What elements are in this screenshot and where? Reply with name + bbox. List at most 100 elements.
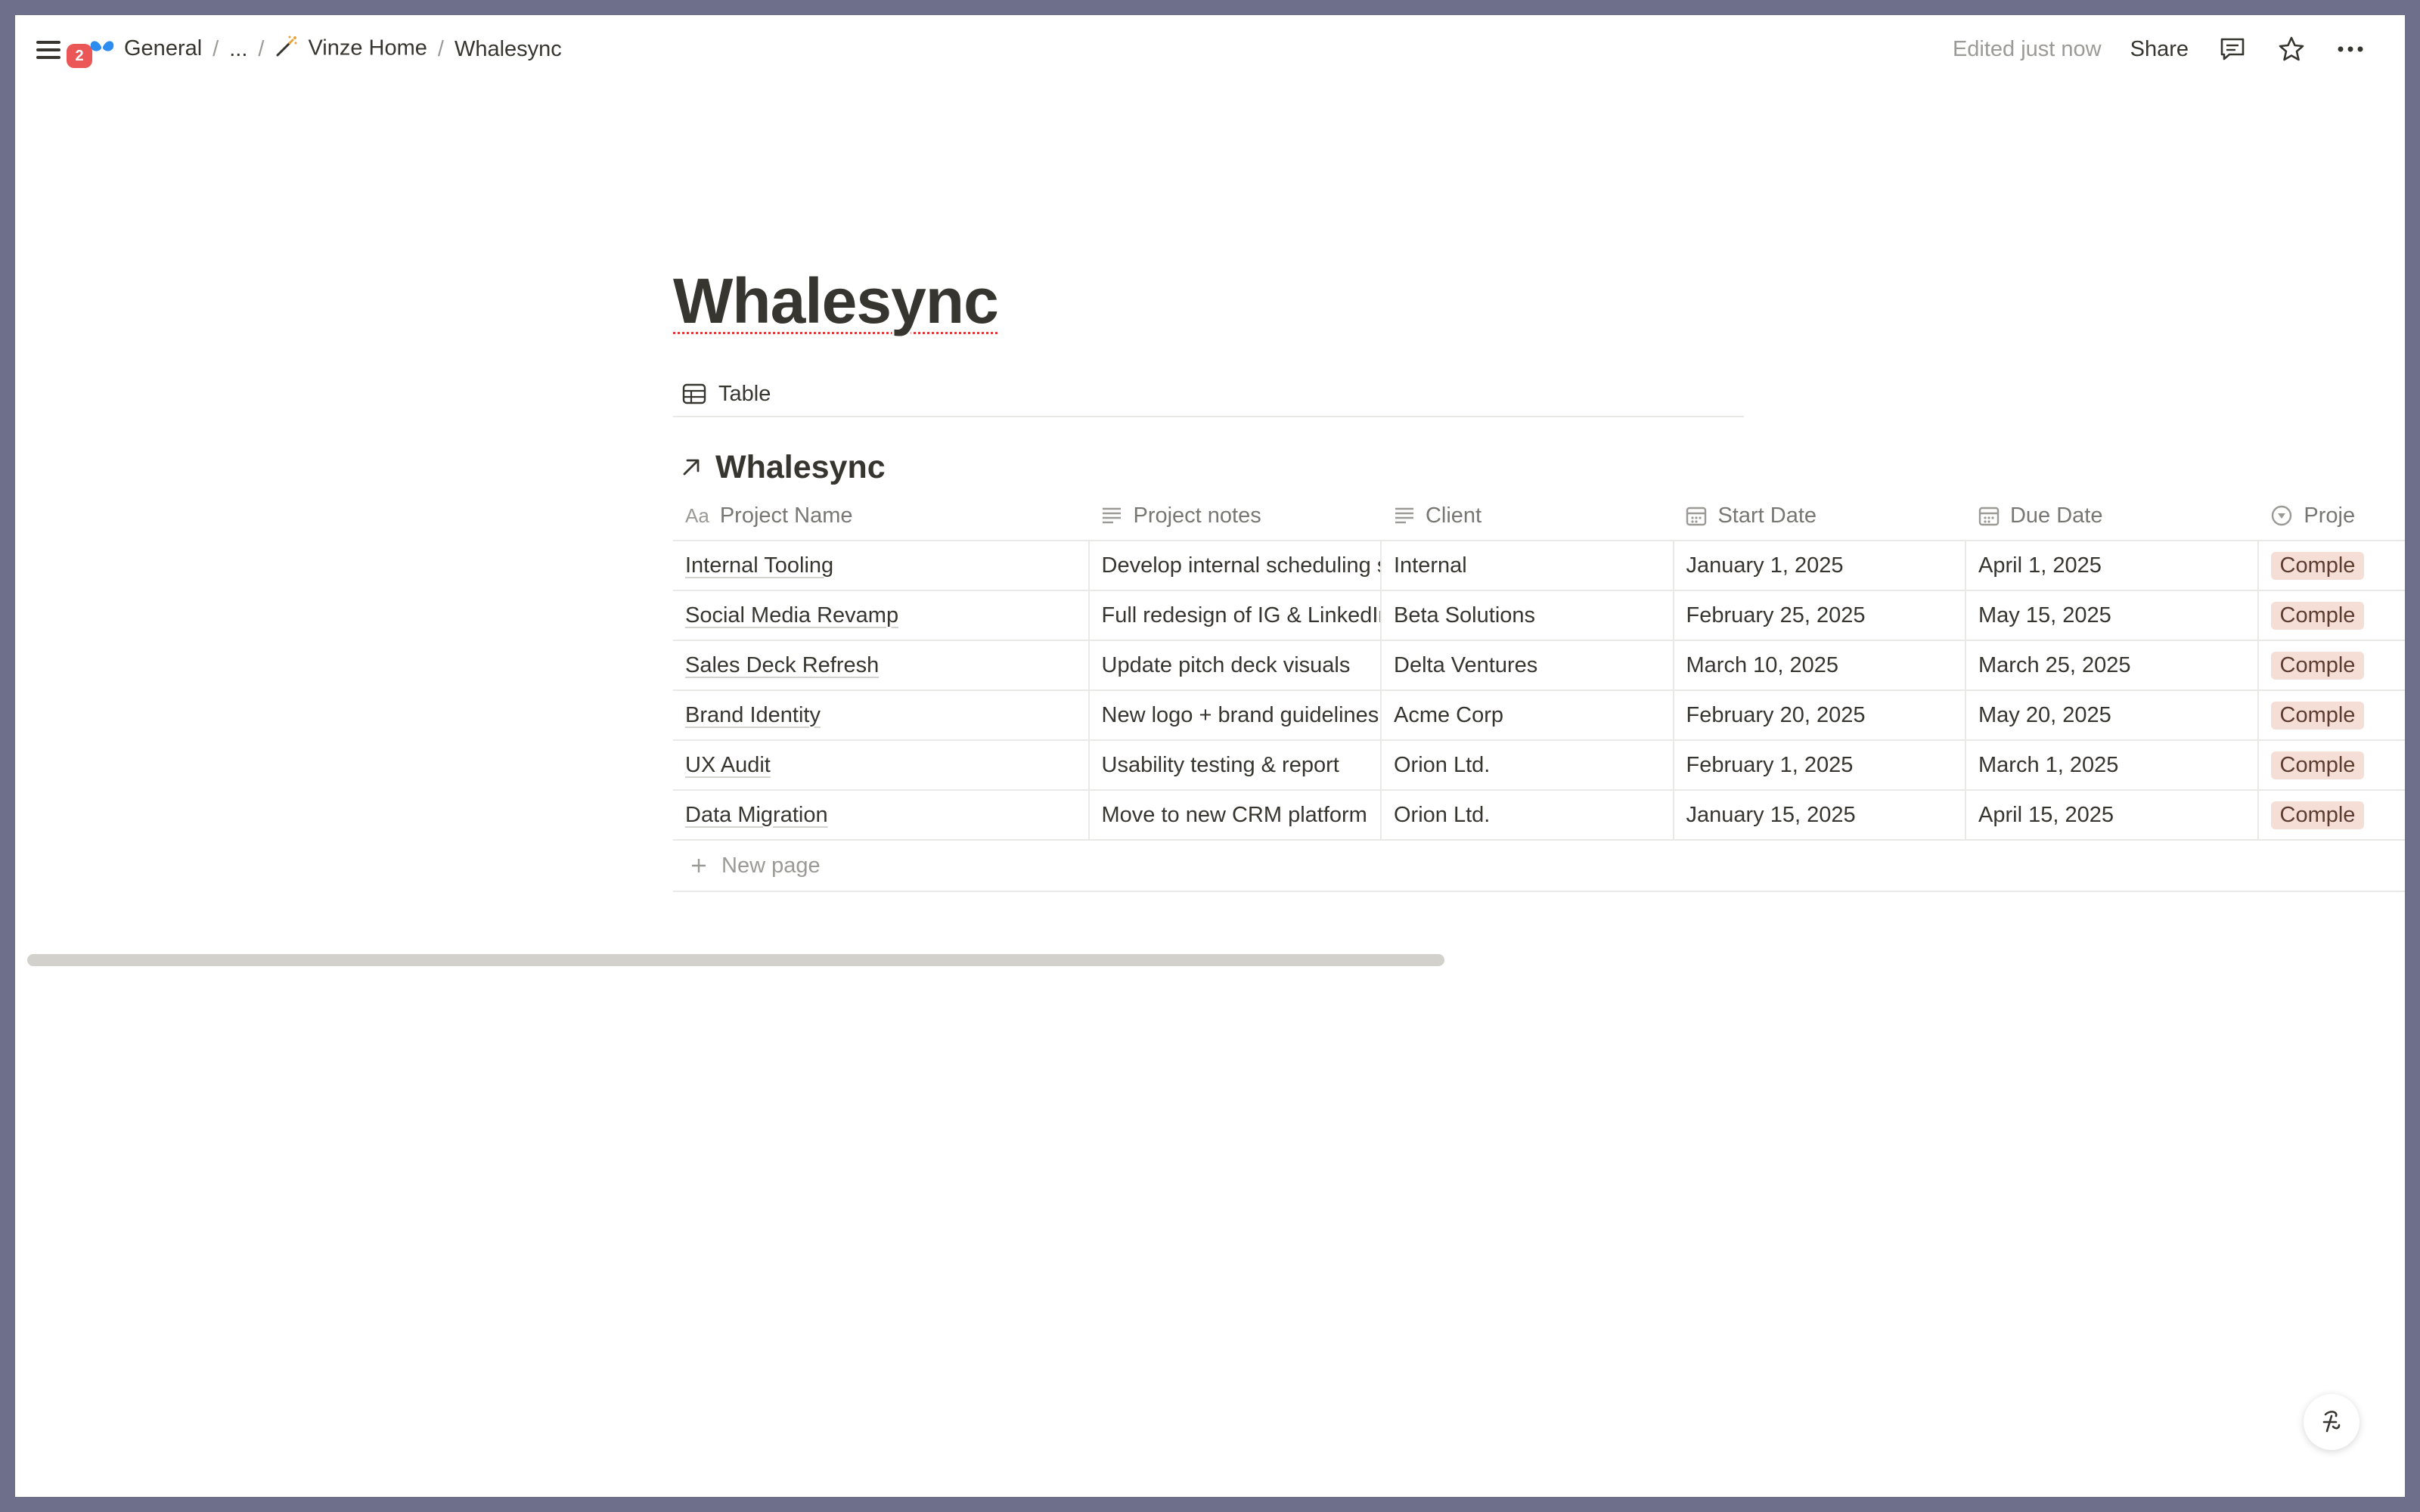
column-label: Project Name xyxy=(719,503,853,528)
cell-start-date[interactable]: January 15, 2025 xyxy=(1674,791,1966,839)
column-header-project-name[interactable]: Aa Project Name xyxy=(673,491,1089,540)
cell-client[interactable]: Internal xyxy=(1382,541,1674,590)
text-lines-icon xyxy=(1103,507,1122,524)
status-badge: Comple xyxy=(2270,651,2365,680)
cell-project-notes[interactable]: Full redesign of IG & LinkedIn xyxy=(1090,591,1382,640)
status-badge: Comple xyxy=(2270,801,2365,829)
cell-project-name[interactable]: Sales Deck Refresh xyxy=(673,641,1090,689)
table-row: Data Migration Move to new CRM platform … xyxy=(673,791,2405,841)
cell-start-date[interactable]: February 20, 2025 xyxy=(1674,691,1966,739)
table-row: UX Audit Usability testing & report Orio… xyxy=(673,741,2405,791)
butterfly-icon xyxy=(89,37,115,62)
cell-status[interactable]: Comple xyxy=(2259,541,2406,590)
breadcrumb-ellipsis[interactable]: ... xyxy=(225,34,252,65)
help-button[interactable] xyxy=(2304,1394,2360,1450)
page-title[interactable]: Whalesync xyxy=(673,265,999,338)
project-name[interactable]: Social Media Revamp xyxy=(685,603,898,628)
breadcrumb: General / ... / Vinze Home / Whalesync xyxy=(85,15,566,83)
cell-project-name[interactable]: Brand Identity xyxy=(673,691,1090,739)
cell-client[interactable]: Orion Ltd. xyxy=(1382,741,1674,789)
table-header: Aa Project Name Project notes Client Sta… xyxy=(673,491,2405,541)
column-header-due-date[interactable]: Due Date xyxy=(1966,491,2258,540)
view-tabs: Table xyxy=(673,370,1744,417)
title-aa-icon: Aa xyxy=(685,503,709,527)
cell-start-date[interactable]: January 1, 2025 xyxy=(1674,541,1966,590)
cell-due-date[interactable]: May 20, 2025 xyxy=(1966,691,2259,739)
cell-due-date[interactable]: May 15, 2025 xyxy=(1966,591,2259,640)
status-badge: Comple xyxy=(2270,751,2365,779)
cell-due-date[interactable]: March 25, 2025 xyxy=(1966,641,2259,689)
cell-client[interactable]: Orion Ltd. xyxy=(1382,791,1674,839)
cell-project-name[interactable]: Social Media Revamp xyxy=(673,591,1090,640)
link-arrow-icon xyxy=(683,459,700,476)
cell-due-date[interactable]: April 1, 2025 xyxy=(1966,541,2259,590)
cell-project-notes[interactable]: Develop internal scheduling sy xyxy=(1090,541,1382,590)
breadcrumb-label: Vinze Home xyxy=(308,36,427,60)
notion-ai-icon xyxy=(2322,1411,2341,1433)
cell-project-notes[interactable]: Update pitch deck visuals xyxy=(1090,641,1382,689)
top-actions: Edited just now Share xyxy=(1953,15,2366,83)
new-page-button[interactable]: New page xyxy=(673,841,2405,892)
column-header-project-status[interactable]: Proje xyxy=(2258,491,2405,540)
calendar-icon xyxy=(1686,507,1707,526)
cell-client[interactable]: Delta Ventures xyxy=(1382,641,1674,689)
cell-client[interactable]: Beta Solutions xyxy=(1382,591,1674,640)
tab-table[interactable]: Table xyxy=(682,378,771,410)
plus-icon xyxy=(692,859,706,872)
column-label: Due Date xyxy=(2009,503,2103,528)
cell-due-date[interactable]: March 1, 2025 xyxy=(1966,741,2259,789)
status-badge: Comple xyxy=(2270,601,2365,630)
column-header-project-notes[interactable]: Project notes xyxy=(1089,491,1381,540)
cell-status[interactable]: Comple xyxy=(2259,791,2406,839)
cell-due-date[interactable]: April 15, 2025 xyxy=(1966,791,2259,839)
cell-start-date[interactable]: February 1, 2025 xyxy=(1674,741,1966,789)
table-row: Internal Tooling Develop internal schedu… xyxy=(673,541,2405,591)
column-header-start-date[interactable]: Start Date xyxy=(1674,491,1965,540)
breadcrumb-separator: / xyxy=(213,36,219,61)
more-options-icon[interactable] xyxy=(2335,34,2366,64)
cell-status[interactable]: Comple xyxy=(2259,691,2406,739)
cell-project-notes[interactable]: Usability testing & report xyxy=(1090,741,1382,789)
notion-window: 2 General / ... / Vinze Home / Whalesync… xyxy=(15,15,2405,1497)
share-button[interactable]: Share xyxy=(2130,37,2189,62)
cell-project-name[interactable]: Data Migration xyxy=(673,791,1090,839)
menu-icon-bar xyxy=(36,48,60,51)
cell-start-date[interactable]: February 25, 2025 xyxy=(1674,591,1966,640)
database-title-label: Whalesync xyxy=(715,448,886,485)
cell-start-date[interactable]: March 10, 2025 xyxy=(1674,641,1966,689)
column-label: Client xyxy=(1425,503,1482,528)
database-table: Aa Project Name Project notes Client Sta… xyxy=(673,491,2405,892)
comments-icon[interactable] xyxy=(2217,34,2248,64)
cell-status[interactable]: Comple xyxy=(2259,641,2406,689)
project-name[interactable]: UX Audit xyxy=(685,753,771,778)
cell-client[interactable]: Acme Corp xyxy=(1382,691,1674,739)
cell-status[interactable]: Comple xyxy=(2259,591,2406,640)
top-bar: 2 General / ... / Vinze Home / Whalesync… xyxy=(15,15,2405,83)
breadcrumb-vinze-home[interactable]: Vinze Home xyxy=(270,31,431,67)
cell-project-name[interactable]: UX Audit xyxy=(673,741,1090,789)
sidebar-menu-button[interactable]: 2 xyxy=(35,35,92,68)
text-lines-icon xyxy=(1395,507,1413,524)
column-header-client[interactable]: Client xyxy=(1382,491,1674,540)
status-badge: Comple xyxy=(2270,701,2365,730)
menu-icon xyxy=(36,41,60,44)
column-label: Project notes xyxy=(1133,503,1261,528)
status-icon xyxy=(2272,505,2292,526)
cell-project-notes[interactable]: New logo + brand guidelines xyxy=(1090,691,1382,739)
database-title[interactable]: Whalesync xyxy=(681,445,886,490)
project-name[interactable]: Sales Deck Refresh xyxy=(685,653,879,678)
cell-project-notes[interactable]: Move to new CRM platform xyxy=(1090,791,1382,839)
project-name[interactable]: Internal Tooling xyxy=(685,553,833,578)
column-label: Start Date xyxy=(1717,503,1817,528)
breadcrumb-general[interactable]: General xyxy=(85,33,206,65)
cell-project-name[interactable]: Internal Tooling xyxy=(673,541,1090,590)
edited-status: Edited just now xyxy=(1952,36,2102,61)
horizontal-scrollbar[interactable] xyxy=(27,954,1444,966)
cell-status[interactable]: Comple xyxy=(2259,741,2406,789)
breadcrumb-whalesync[interactable]: Whalesync xyxy=(450,34,566,65)
star-icon[interactable] xyxy=(2276,34,2307,64)
table-row: Sales Deck Refresh Update pitch deck vis… xyxy=(673,641,2405,691)
project-name[interactable]: Data Migration xyxy=(685,803,828,828)
project-name[interactable]: Brand Identity xyxy=(685,703,821,728)
table-icon xyxy=(682,383,706,404)
